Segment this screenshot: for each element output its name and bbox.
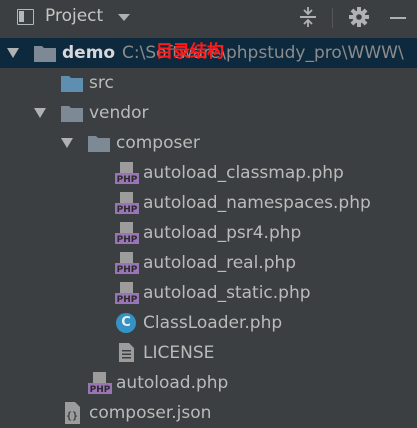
file-label: autoload_psr4.php <box>143 223 302 243</box>
svg-text:PHP: PHP <box>117 175 138 184</box>
expand-arrow-icon[interactable] <box>61 138 73 148</box>
php-file-icon: PHP <box>115 192 139 214</box>
svg-text:{}: {} <box>66 411 78 422</box>
file-label: autoload_real.php <box>143 253 297 273</box>
php-file-icon: PHP <box>115 282 139 304</box>
php-file-icon: PHP <box>115 222 139 244</box>
file-label: autoload_static.php <box>143 283 311 303</box>
tree-node-file[interactable]: PHP autoload_classmap.php <box>0 158 417 188</box>
php-file-icon: PHP <box>115 162 139 184</box>
tree-node-file[interactable]: PHP autoload_namespaces.php <box>0 188 417 218</box>
expand-arrow-icon[interactable] <box>7 48 19 58</box>
composer-label: composer <box>116 133 200 153</box>
autoload-label: autoload.php <box>116 373 229 393</box>
file-label: autoload_namespaces.php <box>143 193 371 213</box>
collapse-all-icon[interactable] <box>298 6 318 28</box>
expand-arrow-icon[interactable] <box>34 108 46 118</box>
text-file-icon <box>119 343 134 362</box>
folder-icon <box>88 136 110 152</box>
project-tool-window-header: Project <box>0 0 417 36</box>
project-view-icon <box>17 9 34 25</box>
svg-text:PHP: PHP <box>117 205 138 214</box>
file-label: LICENSE <box>143 343 215 363</box>
folder-icon <box>61 106 83 122</box>
json-file-icon: {} <box>65 402 80 424</box>
tree-node-file[interactable]: LICENSE <box>0 338 417 368</box>
vendor-label: vendor <box>89 103 149 123</box>
toolbar-divider <box>332 8 333 28</box>
project-view-title[interactable]: Project <box>45 6 103 26</box>
minimize-icon[interactable] <box>390 17 406 19</box>
tree-node-composer[interactable]: composer <box>0 128 417 158</box>
src-label: src <box>89 73 114 93</box>
composer-json-label: composer.json <box>89 403 212 423</box>
class-icon: C <box>116 313 136 333</box>
php-file-icon: PHP <box>88 372 112 394</box>
tree-node-file[interactable]: C ClassLoader.php <box>0 308 417 338</box>
root-label: demo <box>62 43 116 63</box>
tree-node-file[interactable]: PHP autoload_real.php <box>0 248 417 278</box>
gear-icon[interactable] <box>348 6 370 28</box>
tree-node-src[interactable]: src <box>0 68 417 98</box>
red-annotation: 目录结构 <box>156 42 224 62</box>
php-file-icon: PHP <box>115 252 139 274</box>
chevron-down-icon[interactable] <box>118 14 130 21</box>
folder-icon <box>61 76 83 92</box>
file-label: ClassLoader.php <box>143 313 283 333</box>
tree-node-file[interactable]: PHP autoload_static.php <box>0 278 417 308</box>
svg-text:PHP: PHP <box>117 265 138 274</box>
svg-text:PHP: PHP <box>90 385 111 394</box>
tree-node-file[interactable]: PHP autoload_psr4.php <box>0 218 417 248</box>
svg-text:PHP: PHP <box>117 235 138 244</box>
svg-text:PHP: PHP <box>117 295 138 304</box>
tree-node-vendor[interactable]: vendor <box>0 98 417 128</box>
file-label: autoload_classmap.php <box>143 163 344 183</box>
tree-node-autoload[interactable]: PHP autoload.php <box>0 368 417 398</box>
folder-icon <box>34 46 56 62</box>
